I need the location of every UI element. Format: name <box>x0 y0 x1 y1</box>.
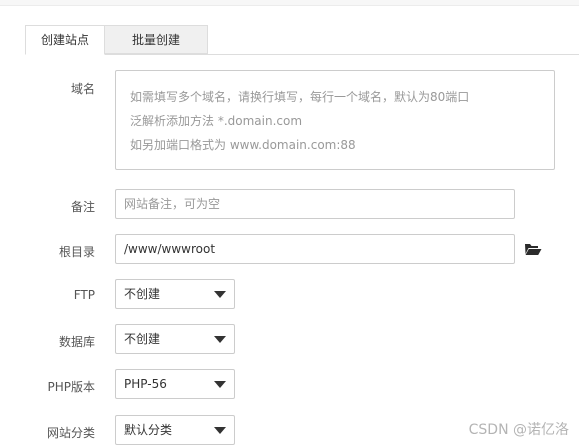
site-category-select[interactable]: 默认分类 <box>115 415 235 445</box>
site-category-selected-value: 默认分类 <box>124 423 173 437</box>
root-dir-label: 根目录 <box>58 245 95 259</box>
domain-hint-line-3: 如另加端口格式为 www.domain.com:88 <box>130 138 356 152</box>
root-dir-input[interactable]: /www/wwwroot <box>115 234 515 264</box>
folder-open-icon[interactable] <box>524 241 542 257</box>
domain-hint-line-2: 泛解析添加方法 *.domain.com <box>130 114 303 128</box>
domain-hint-line-1: 如需填写多个域名，请换行填写，每行一个域名，默认为80端口 <box>130 90 470 104</box>
caret-down-icon <box>214 381 226 388</box>
top-border <box>0 0 579 6</box>
php-version-label: PHP版本 <box>47 380 96 394</box>
php-version-select[interactable]: PHP-56 <box>115 369 235 399</box>
database-selected-value: 不创建 <box>124 332 161 346</box>
watermark: CSDN @诺亿洛 <box>468 422 569 438</box>
tab-batch-create[interactable]: 批量创建 <box>105 25 208 54</box>
database-label: 数据库 <box>58 335 95 349</box>
site-category-label: 网站分类 <box>46 426 95 440</box>
php-version-selected-value: PHP-56 <box>124 377 167 391</box>
ftp-label: FTP <box>73 288 95 302</box>
domain-label: 域名 <box>70 82 95 96</box>
domain-textarea[interactable]: 如需填写多个域名，请换行填写，每行一个域名，默认为80端口 泛解析添加方法 *.… <box>115 70 555 170</box>
caret-down-icon <box>214 427 226 434</box>
tab-bar: 创建站点 批量创建 <box>25 25 579 55</box>
database-select[interactable]: 不创建 <box>115 324 235 354</box>
caret-down-icon <box>214 336 226 343</box>
ftp-select[interactable]: 不创建 <box>115 279 235 309</box>
tab-create-site[interactable]: 创建站点 <box>25 25 105 55</box>
ftp-selected-value: 不创建 <box>124 287 161 301</box>
remark-label: 备注 <box>70 200 95 214</box>
remark-input[interactable]: 网站备注，可为空 <box>115 189 515 219</box>
create-site-dialog: 创建站点 批量创建 域名 如需填写多个域名，请换行填写，每行一个域名，默认为80… <box>0 0 579 447</box>
caret-down-icon <box>214 291 226 298</box>
